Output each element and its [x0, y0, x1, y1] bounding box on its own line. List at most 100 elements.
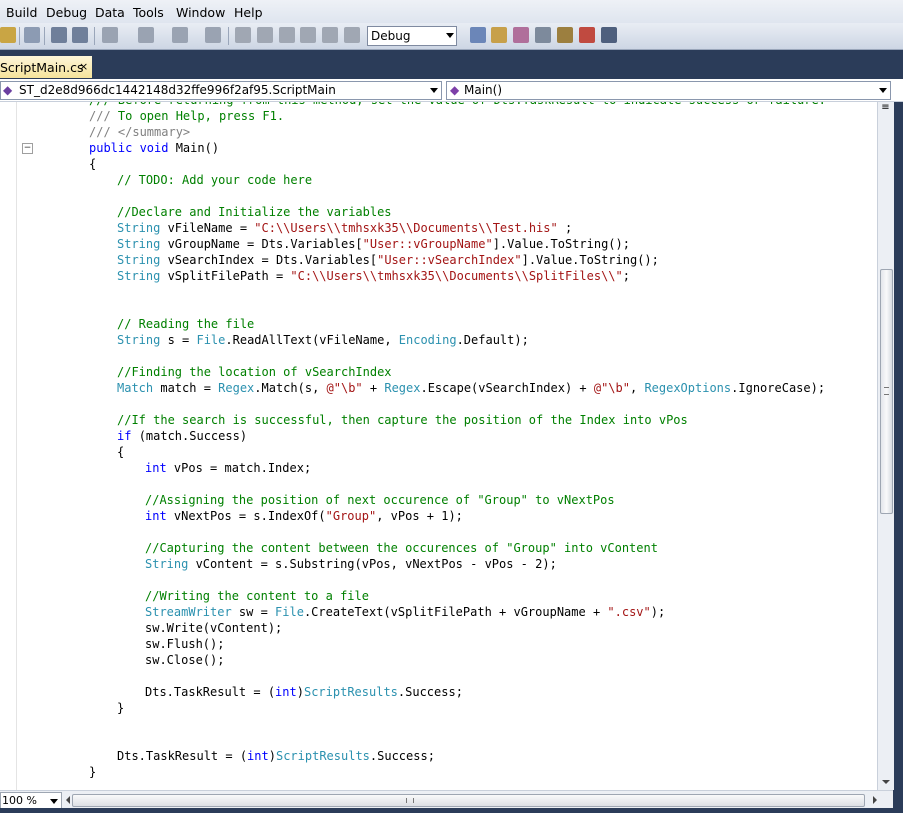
code-line: //Finding the location of vSearchIndex	[117, 364, 392, 380]
output-window-icon[interactable]	[601, 27, 617, 43]
navigate-forward-icon[interactable]	[205, 27, 221, 43]
start-debugging-icon[interactable]	[235, 27, 251, 43]
code-token: vPos = match.Index;	[173, 461, 312, 475]
code-line: //Capturing the content between the occu…	[145, 540, 658, 556]
menu-data[interactable]: Data	[95, 5, 125, 20]
code-token: s =	[167, 333, 197, 347]
code-token: "C:\\Users\\tmhsxk35\\Documents\\Test.hi…	[254, 221, 558, 235]
code-line: Dts.TaskResult = (int)ScriptResults.Succ…	[117, 748, 435, 764]
paste-icon[interactable]	[0, 27, 16, 43]
code-token: File	[196, 333, 226, 347]
code-token: int	[145, 461, 174, 475]
code-line: String vSearchIndex = Dts.Variables["Use…	[117, 252, 659, 268]
navigate-backward-icon[interactable]	[172, 27, 188, 43]
window-edge	[893, 79, 903, 813]
code-line: if (match.Success)	[117, 428, 247, 444]
code-token: Dts.TaskResult = (	[145, 685, 276, 699]
error-list-icon[interactable]	[579, 27, 595, 43]
scroll-left-icon[interactable]	[66, 796, 70, 804]
properties-icon[interactable]	[513, 27, 529, 43]
code-token: // TODO: Add your code here	[117, 173, 313, 187]
horizontal-scroll-thumb[interactable]	[72, 794, 865, 807]
code-token: .IgnoreCase);	[731, 381, 826, 395]
class-dropdown[interactable]: ◆ ST_d2e8d966dc1442148d32ffe996f2af95.Sc…	[0, 81, 442, 100]
code-token: }	[117, 701, 125, 715]
scroll-down-icon[interactable]	[882, 780, 890, 784]
code-line: /// </summary>	[89, 124, 190, 140]
code-token: String	[117, 221, 168, 235]
code-token: Regex	[384, 381, 421, 395]
code-token: Encoding	[398, 333, 457, 347]
toolbar-separator	[94, 27, 95, 45]
code-line: String vSplitFilePath = "C:\\Users\\tmhs…	[117, 268, 630, 284]
code-token: .Default);	[456, 333, 529, 347]
code-line: String vFileName = "C:\\Users\\tmhsxk35\…	[117, 220, 572, 236]
chevron-down-icon	[50, 799, 58, 804]
code-line: }	[117, 700, 124, 716]
tab-scriptmain[interactable]: ScriptMain.cs ×	[0, 56, 92, 78]
code-token: String	[145, 557, 196, 571]
code-token: RegexOptions	[644, 381, 732, 395]
break-all-icon[interactable]	[257, 27, 273, 43]
code-editor[interactable]: − /// Before returning from this method,…	[0, 102, 877, 790]
menu-debug[interactable]: Debug	[46, 5, 87, 20]
collapse-icon[interactable]: −	[22, 143, 33, 154]
code-token: )	[296, 685, 304, 699]
find-in-files-icon[interactable]	[24, 27, 40, 43]
horizontal-scrollbar[interactable]: 100 %	[0, 790, 893, 809]
zoom-select[interactable]: 100 %	[0, 792, 62, 809]
uncomment-lines-icon[interactable]	[72, 27, 88, 43]
code-token: ].Value.ToString();	[492, 237, 630, 251]
member-dropdown[interactable]: ◆ Main()	[446, 81, 891, 100]
class-dropdown-value: ST_d2e8d966dc1442148d32ffe996f2af95.Scri…	[19, 83, 336, 97]
code-token: Main()	[175, 141, 220, 155]
code-line: //If the search is successful, then capt…	[117, 412, 688, 428]
solution-configuration-select[interactable]: Debug	[367, 26, 457, 46]
toolbar-separator	[228, 27, 229, 45]
code-token: //Finding the location of vSearchIndex	[117, 365, 392, 379]
code-token: /// </summary>	[89, 125, 191, 139]
object-browser-icon[interactable]	[557, 27, 573, 43]
window-bottom-edge	[0, 808, 903, 813]
toolbar-separator	[19, 27, 20, 45]
code-token: //Capturing the content between the occu…	[145, 541, 658, 555]
close-icon[interactable]: ×	[79, 60, 88, 73]
class-icon: ◆	[3, 83, 13, 97]
code-token: "Group"	[325, 509, 377, 523]
code-line: {	[117, 444, 124, 460]
menu-help[interactable]: Help	[234, 5, 263, 20]
code-token: //Assigning the position of next occuren…	[145, 493, 615, 507]
code-token: Match	[117, 381, 161, 395]
code-token: StreamWriter	[145, 605, 239, 619]
step-over-icon[interactable]	[322, 27, 338, 43]
toolbox-icon[interactable]	[535, 27, 551, 43]
code-token: String	[117, 333, 168, 347]
code-line: /// To open Help, press F1.	[89, 108, 284, 124]
code-line: //Assigning the position of next occuren…	[145, 492, 615, 508]
scroll-right-icon[interactable]	[873, 796, 877, 804]
find-icon[interactable]	[470, 27, 486, 43]
undo-icon[interactable]	[102, 27, 118, 43]
code-line: sw.Flush();	[145, 636, 224, 652]
vertical-scrollbar[interactable]: ≡	[877, 102, 894, 790]
redo-icon[interactable]	[138, 27, 154, 43]
stop-debugging-icon[interactable]	[279, 27, 295, 43]
menu-build[interactable]: Build	[6, 5, 37, 20]
code-token: public void	[89, 141, 176, 155]
outline-margin-line	[16, 102, 17, 790]
code-token: vContent = s.Substring(vPos, vNextPos - …	[195, 557, 557, 571]
split-window-icon[interactable]: ≡	[880, 103, 891, 118]
vertical-scroll-thumb[interactable]	[880, 269, 893, 514]
step-out-icon[interactable]	[344, 27, 360, 43]
comment-lines-icon[interactable]	[51, 27, 67, 43]
code-token: ///	[89, 109, 118, 123]
code-line: sw.Write(vContent);	[145, 620, 282, 636]
solution-explorer-icon[interactable]	[491, 27, 507, 43]
menu-tools[interactable]: Tools	[133, 5, 164, 20]
code-token: @"\b"	[326, 381, 363, 395]
code-token: To open Help, press F1.	[117, 109, 285, 123]
menu-window[interactable]: Window	[176, 5, 225, 20]
code-token: .Match(s,	[254, 381, 327, 395]
code-token: String	[117, 253, 168, 267]
step-into-icon[interactable]	[300, 27, 316, 43]
